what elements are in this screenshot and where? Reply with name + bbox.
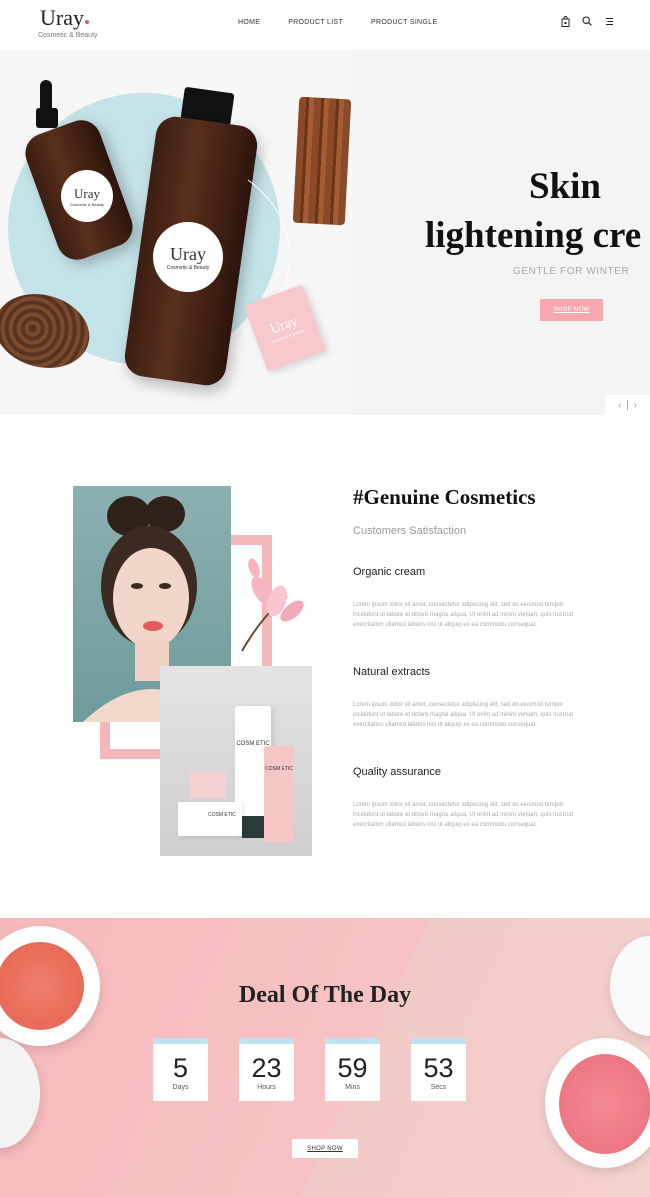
hero-subtitle: GENTLE FOR WINTER <box>513 266 630 277</box>
small-bottle-label: Uray Cosmetic & Beauty <box>61 170 113 222</box>
hero-title-line1: Skin <box>529 166 602 207</box>
feature-natural-extracts: Natural extracts Lorem ipsum dolor sit a… <box>353 666 583 730</box>
brand-tagline: Cosmetic & Beauty <box>38 32 98 39</box>
hero-shop-now-button[interactable]: SHOP NOW <box>540 299 603 321</box>
feature-title: Natural extracts <box>353 666 431 678</box>
countdown-days: 5 Days <box>153 1038 208 1101</box>
logo[interactable]: Uray Cosmetic & Beauty <box>38 5 98 40</box>
search-icon[interactable] <box>582 15 592 27</box>
jar <box>190 772 226 798</box>
brand-name: Uray <box>40 5 84 30</box>
countdown-hours: 23 Hours <box>239 1038 294 1101</box>
hero-image: Uray Cosmetic & Beauty Uray Cosmetic & B… <box>0 50 352 415</box>
hero-title-line2: lightening cre <box>425 215 642 256</box>
feature-title: Quality assurance <box>353 766 442 778</box>
bag-icon[interactable] <box>560 15 570 27</box>
logo-dot <box>84 20 89 24</box>
countdown-unit: Days <box>172 1084 189 1091</box>
large-bottle-sub: Cosmetic & Beauty <box>166 264 210 271</box>
header-icons <box>560 15 614 27</box>
feature-quality-assurance: Quality assurance Lorem ipsum dolor sit … <box>353 766 583 830</box>
tag-string <box>247 179 290 296</box>
left-compact-lid <box>0 1038 40 1148</box>
small-bottle-brand: Uray <box>74 185 100 201</box>
menu-icon[interactable] <box>604 15 614 27</box>
magnolia-flower-image <box>241 558 304 652</box>
large-bottle-label: Uray Cosmetic & Beauty <box>153 222 223 292</box>
feature-title: Organic cream <box>353 566 426 578</box>
countdown-value: 23 <box>251 1053 282 1083</box>
slider-arrows: ‹ | › <box>605 395 650 415</box>
countdown-unit: Mins <box>345 1084 360 1091</box>
feature-text: Lorem ipsum dolor sit amet, consectetur … <box>353 702 574 728</box>
hero-title: Skin lightening cre <box>425 162 641 260</box>
hero-slider: Uray Cosmetic & Beauty Uray Cosmetic & B… <box>0 50 650 415</box>
slider-next-icon[interactable]: › <box>634 400 637 411</box>
countdown-value: 5 <box>172 1053 189 1083</box>
product-set-photo: COSM ETIC COSM ETIC COSM ETIC <box>160 666 312 856</box>
nav-product-list[interactable]: PRODUCT LIST <box>288 19 343 26</box>
feature-text: Lorem ipsum dolor sit amet, consectetur … <box>353 802 574 828</box>
countdown-mins: 59 Mins <box>325 1038 380 1101</box>
countdown-unit: Secs <box>430 1084 447 1091</box>
countdown-secs: 53 Secs <box>411 1038 466 1101</box>
genuine-subtitle: Customers Satisfaction <box>353 525 467 537</box>
slider-separator: | <box>626 399 629 411</box>
pink-tube <box>264 746 294 842</box>
white-tube-cap <box>242 816 266 838</box>
main-nav: HOME PRODUCT LIST PRODUCT SINGLE <box>238 19 437 26</box>
countdown-value: 59 <box>337 1053 368 1083</box>
site-header: Uray Cosmetic & Beauty HOME PRODUCT LIST… <box>0 0 650 50</box>
feature-text: Lorem ipsum dolor sit amet, consectetur … <box>353 602 574 628</box>
nav-product-single[interactable]: PRODUCT SINGLE <box>371 19 437 26</box>
nav-home[interactable]: HOME <box>238 19 260 26</box>
product-box <box>178 802 242 836</box>
deal-shop-now-button[interactable]: SHOP NOW <box>292 1139 358 1158</box>
dropper-cap <box>36 108 58 128</box>
countdown-unit: Hours <box>257 1084 276 1091</box>
genuine-title: #Genuine Cosmetics <box>353 485 536 509</box>
large-bottle-brand: Uray <box>170 243 206 264</box>
deal-of-the-day-section: Deal Of The Day 5 Days 23 Hours 59 Mins … <box>0 918 650 1197</box>
dropper-bulb <box>40 80 52 110</box>
pink-tube-label: COSM ETIC <box>265 766 293 772</box>
right-cushion-compact <box>545 1038 650 1168</box>
feature-organic-cream: Organic cream Lorem ipsum dolor sit amet… <box>353 566 583 630</box>
slider-prev-icon[interactable]: ‹ <box>618 400 621 411</box>
countdown-value: 53 <box>423 1053 454 1083</box>
product-box-label: COSM ETIC <box>208 812 236 818</box>
countdown-timer: 5 Days 23 Hours 59 Mins 53 Secs <box>153 1038 466 1101</box>
deal-title: Deal Of The Day <box>238 982 412 1008</box>
small-bottle-sub: Cosmetic & Beauty <box>69 201 104 207</box>
